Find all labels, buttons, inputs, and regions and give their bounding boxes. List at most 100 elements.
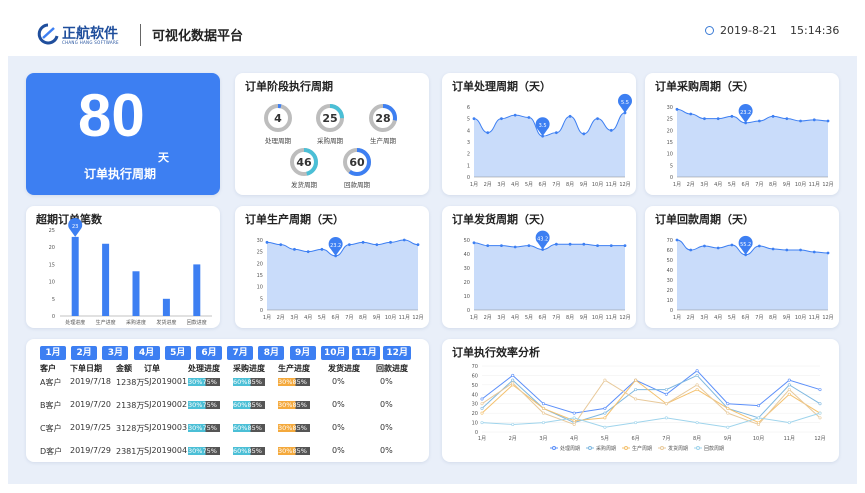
- x-tick-label: 4月: [304, 315, 312, 321]
- data-point: [513, 113, 517, 117]
- x-tick-label: 2月: [484, 315, 492, 321]
- legend-marker: [624, 446, 628, 450]
- data-point: [695, 421, 699, 425]
- month-tab-9[interactable]: 9月: [289, 346, 316, 360]
- data-point: [757, 244, 761, 248]
- x-tick-label: 12月: [619, 315, 630, 321]
- y-tick-label: 4: [467, 128, 470, 134]
- data-point: [757, 119, 761, 123]
- series-line: [481, 374, 821, 424]
- data-point: [689, 112, 693, 116]
- shipping-cycle-chart: 0 10 20 30 40 50 1月 2月 3月 4月 5月 6月 7月 8月 9月 10月 11月 12月 43…: [464, 230, 631, 321]
- x-tick-label: 4月: [714, 315, 722, 321]
- data-point: [603, 411, 607, 415]
- x-tick-label: 2月: [484, 182, 492, 188]
- x-tick-label: 6月: [332, 315, 340, 321]
- y-tick-label: 40: [464, 252, 470, 258]
- x-tick-label: 3月: [700, 315, 708, 321]
- month-tab-2[interactable]: 2月: [71, 346, 98, 360]
- data-point: [513, 245, 517, 249]
- month-tab-10[interactable]: 10月: [320, 346, 349, 360]
- data-point: [541, 406, 545, 410]
- data-point: [818, 388, 822, 392]
- x-tick-label: 12月: [822, 182, 833, 188]
- orders-card: 1月 2月 3月 4月 5月 6月 7月 8月 9月 10月 11月 12月 客户 下单日期 金额 订单 处理…: [26, 339, 429, 462]
- table-cell: 0%: [332, 423, 345, 432]
- x-tick-label: 8月: [769, 315, 777, 321]
- legend-marker: [660, 446, 664, 450]
- data-point: [554, 131, 558, 135]
- x-tick-label: 12月: [814, 436, 825, 442]
- stage-label: 生产周期: [370, 137, 396, 145]
- data-point: [695, 383, 699, 387]
- month-tab-8[interactable]: 8月: [258, 346, 285, 360]
- data-point: [603, 416, 607, 420]
- progress-bar: 60%85%: [233, 401, 265, 409]
- data-point: [582, 242, 586, 246]
- month-tab-5[interactable]: 5月: [164, 346, 191, 360]
- x-tick-label: 8月: [769, 182, 777, 188]
- table-cell: 0%: [380, 400, 393, 409]
- data-point: [623, 244, 627, 247]
- bar: [193, 264, 201, 316]
- data-point: [527, 244, 531, 247]
- y-tick-label: 25: [667, 117, 673, 123]
- data-point: [416, 243, 420, 247]
- column-header: 采购进度: [233, 364, 265, 373]
- column-header: 下单日期: [70, 364, 102, 373]
- x-tick-label: 11月: [606, 315, 617, 321]
- production-cycle-chart: 0 5 10 15 20 25 30 1月 2月 3月 4月 5月 6月 7月 8月 9月 10月 11月 12月 2…: [257, 236, 424, 321]
- month-tab-1[interactable]: 1月: [40, 346, 66, 360]
- y-tick-label: 30: [667, 278, 673, 284]
- table-cell: SJ2019003: [144, 423, 188, 432]
- data-point: [596, 244, 599, 247]
- legend-label: 发货周期: [668, 445, 688, 452]
- month-tab-12[interactable]: 12月: [383, 346, 412, 360]
- legend-label: 采购周期: [596, 445, 616, 452]
- column-header: 订单: [144, 364, 160, 373]
- max-marker: 23: [68, 217, 83, 237]
- month-tab-6[interactable]: 6月: [196, 346, 222, 360]
- data-point: [787, 383, 791, 387]
- x-tick-label: 10月: [592, 182, 603, 188]
- month-tab-7[interactable]: 7月: [227, 346, 254, 360]
- data-point: [511, 422, 515, 426]
- stage-donut-0: 4 处理周期: [263, 103, 293, 145]
- x-tick-label: 1月: [478, 436, 486, 442]
- data-point: [541, 421, 545, 425]
- data-point: [375, 243, 379, 247]
- data-point: [500, 244, 503, 247]
- min-marker-label: 43.2: [537, 237, 548, 243]
- data-point: [730, 243, 734, 247]
- month-tab-3[interactable]: 3月: [102, 346, 129, 360]
- data-point: [320, 247, 324, 251]
- bar: [71, 236, 79, 316]
- progress-bar: 60%85%: [233, 378, 265, 386]
- table-cell: 1238万: [116, 378, 145, 387]
- page-title: 可视化数据平台: [152, 29, 244, 44]
- x-tick-label: 12月: [822, 315, 833, 321]
- table-cell: 0%: [332, 377, 345, 386]
- data-point: [826, 251, 830, 255]
- month-tab-11[interactable]: 11月: [352, 346, 380, 360]
- data-point: [500, 117, 503, 121]
- column-header: 客户: [40, 364, 56, 373]
- legend-label: 生产周期: [632, 445, 652, 452]
- x-tick-label: 10月: [795, 182, 806, 188]
- table-cell: 2138万: [116, 401, 145, 410]
- x-tick-label: 5月: [525, 315, 533, 321]
- series-area: [677, 109, 828, 177]
- y-tick-label: 0: [52, 314, 55, 320]
- x-tick-label: 11月: [809, 182, 820, 188]
- data-point: [771, 114, 775, 118]
- month-tab-4[interactable]: 4月: [133, 346, 160, 360]
- x-tick-label: 采购进度: [126, 319, 146, 326]
- table-cell: A客户: [40, 378, 62, 387]
- data-point: [818, 402, 822, 406]
- legend-marker: [588, 446, 592, 450]
- y-tick-label: 10: [667, 298, 673, 304]
- data-point: [265, 240, 269, 244]
- x-tick-label: 2月: [687, 315, 695, 321]
- purchase-cycle-card: 订单采购周期（天） 0 5 10 15 20 25 30 1月 2月 3月 4月 5月 6月 7月 8月 9月…: [645, 73, 839, 195]
- data-point: [812, 250, 816, 254]
